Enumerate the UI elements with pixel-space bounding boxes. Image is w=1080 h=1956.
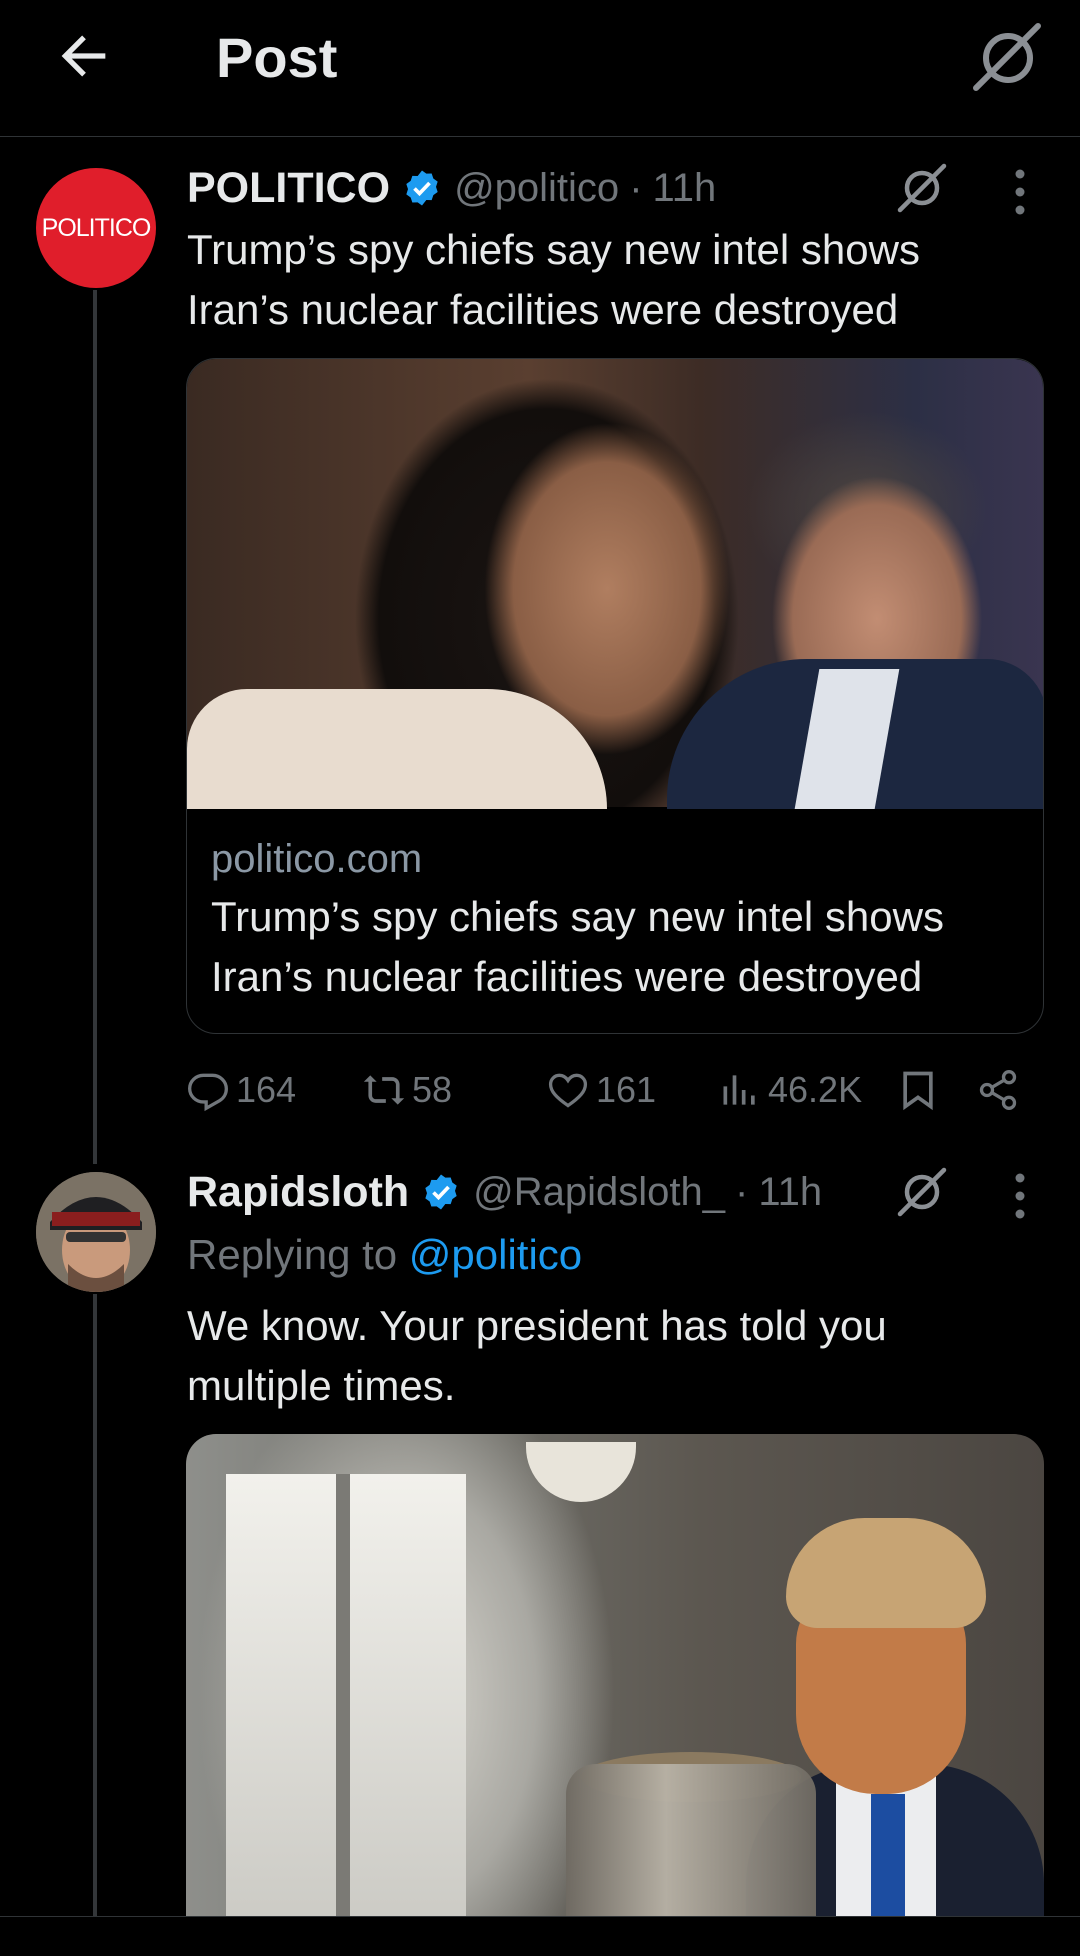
reply-text: We know. Your president has told you mul…	[187, 1302, 887, 1409]
bookmark-button[interactable]	[896, 1060, 946, 1120]
grok-icon[interactable]	[894, 160, 948, 214]
reply-header: Rapidsloth @Rapidsloth_ · 11h	[187, 1164, 822, 1220]
back-button[interactable]	[52, 24, 116, 88]
timestamp[interactable]: 11h	[758, 1170, 822, 1215]
views-button[interactable]: 46.2K	[718, 1060, 862, 1120]
arrow-left-icon	[61, 35, 106, 77]
separator-dot: ·	[629, 165, 643, 210]
thread-line	[93, 1294, 97, 1916]
author-name[interactable]: POLITICO	[187, 164, 390, 213]
heart-icon	[548, 1073, 588, 1108]
tweet-text: Trump’s spy chiefs say new intel shows I…	[187, 226, 920, 333]
replying-to: Replying to @politico	[187, 1225, 582, 1285]
verified-badge-icon	[425, 1174, 457, 1210]
author-handle[interactable]: @Rapidsloth_	[473, 1170, 725, 1215]
link-card-text: politico.com Trump’s spy chiefs say new …	[211, 831, 1021, 1007]
author-handle[interactable]: @politico	[454, 166, 619, 211]
rapidsloth-avatar[interactable]	[36, 1172, 156, 1292]
reply-image[interactable]	[186, 1434, 1044, 1956]
action-bar: 164 58 161 46.2K	[186, 1060, 1044, 1120]
timestamp[interactable]: 11h	[653, 166, 717, 211]
image-lamp	[526, 1442, 636, 1502]
image-window	[226, 1474, 466, 1954]
repost-button[interactable]: 58	[362, 1060, 452, 1120]
repost-count: 58	[412, 1069, 453, 1110]
reply-icon	[188, 1073, 228, 1112]
grok-icon	[973, 23, 1041, 91]
profile-photo	[36, 1172, 156, 1292]
link-card-image	[187, 359, 1043, 809]
more-options-icon[interactable]	[1000, 164, 1040, 220]
views-chart-icon	[723, 1075, 755, 1105]
page-title: Post	[216, 26, 338, 89]
grok-button[interactable]	[968, 20, 1044, 96]
share-icon	[979, 1070, 1017, 1110]
like-button[interactable]: 161	[546, 1060, 656, 1120]
author-name[interactable]: Rapidsloth	[187, 1168, 409, 1217]
like-count: 161	[596, 1069, 657, 1110]
bottom-bar	[0, 1916, 1080, 1956]
view-count: 46.2K	[768, 1069, 863, 1110]
mention-link[interactable]: @politico	[409, 1231, 582, 1278]
reply-count: 164	[236, 1069, 297, 1110]
bookmark-icon	[903, 1071, 933, 1111]
tweet-header: POLITICO @politico · 11h	[187, 160, 716, 216]
politico-avatar[interactable]: POLITICO	[36, 168, 156, 288]
image-window-bar	[336, 1474, 350, 1954]
image-figure	[187, 689, 607, 809]
verified-badge-icon	[406, 170, 438, 206]
top-bar: Post	[0, 0, 1080, 137]
avatar-logo-text: POLITICO	[41, 213, 152, 242]
reply-button[interactable]: 164	[186, 1060, 296, 1120]
grok-icon[interactable]	[894, 1164, 948, 1218]
image-figure	[786, 1518, 986, 1628]
separator-dot: ·	[735, 1169, 749, 1214]
link-card[interactable]: politico.com Trump’s spy chiefs say new …	[186, 358, 1044, 1034]
link-domain: politico.com	[211, 837, 423, 881]
more-options-icon[interactable]	[1000, 1168, 1040, 1224]
repost-icon	[363, 1075, 405, 1105]
thread-line	[93, 290, 97, 1164]
replying-prefix: Replying to	[187, 1231, 409, 1278]
link-title: Trump’s spy chiefs say new intel shows I…	[211, 893, 944, 1000]
share-button[interactable]	[976, 1060, 1026, 1120]
